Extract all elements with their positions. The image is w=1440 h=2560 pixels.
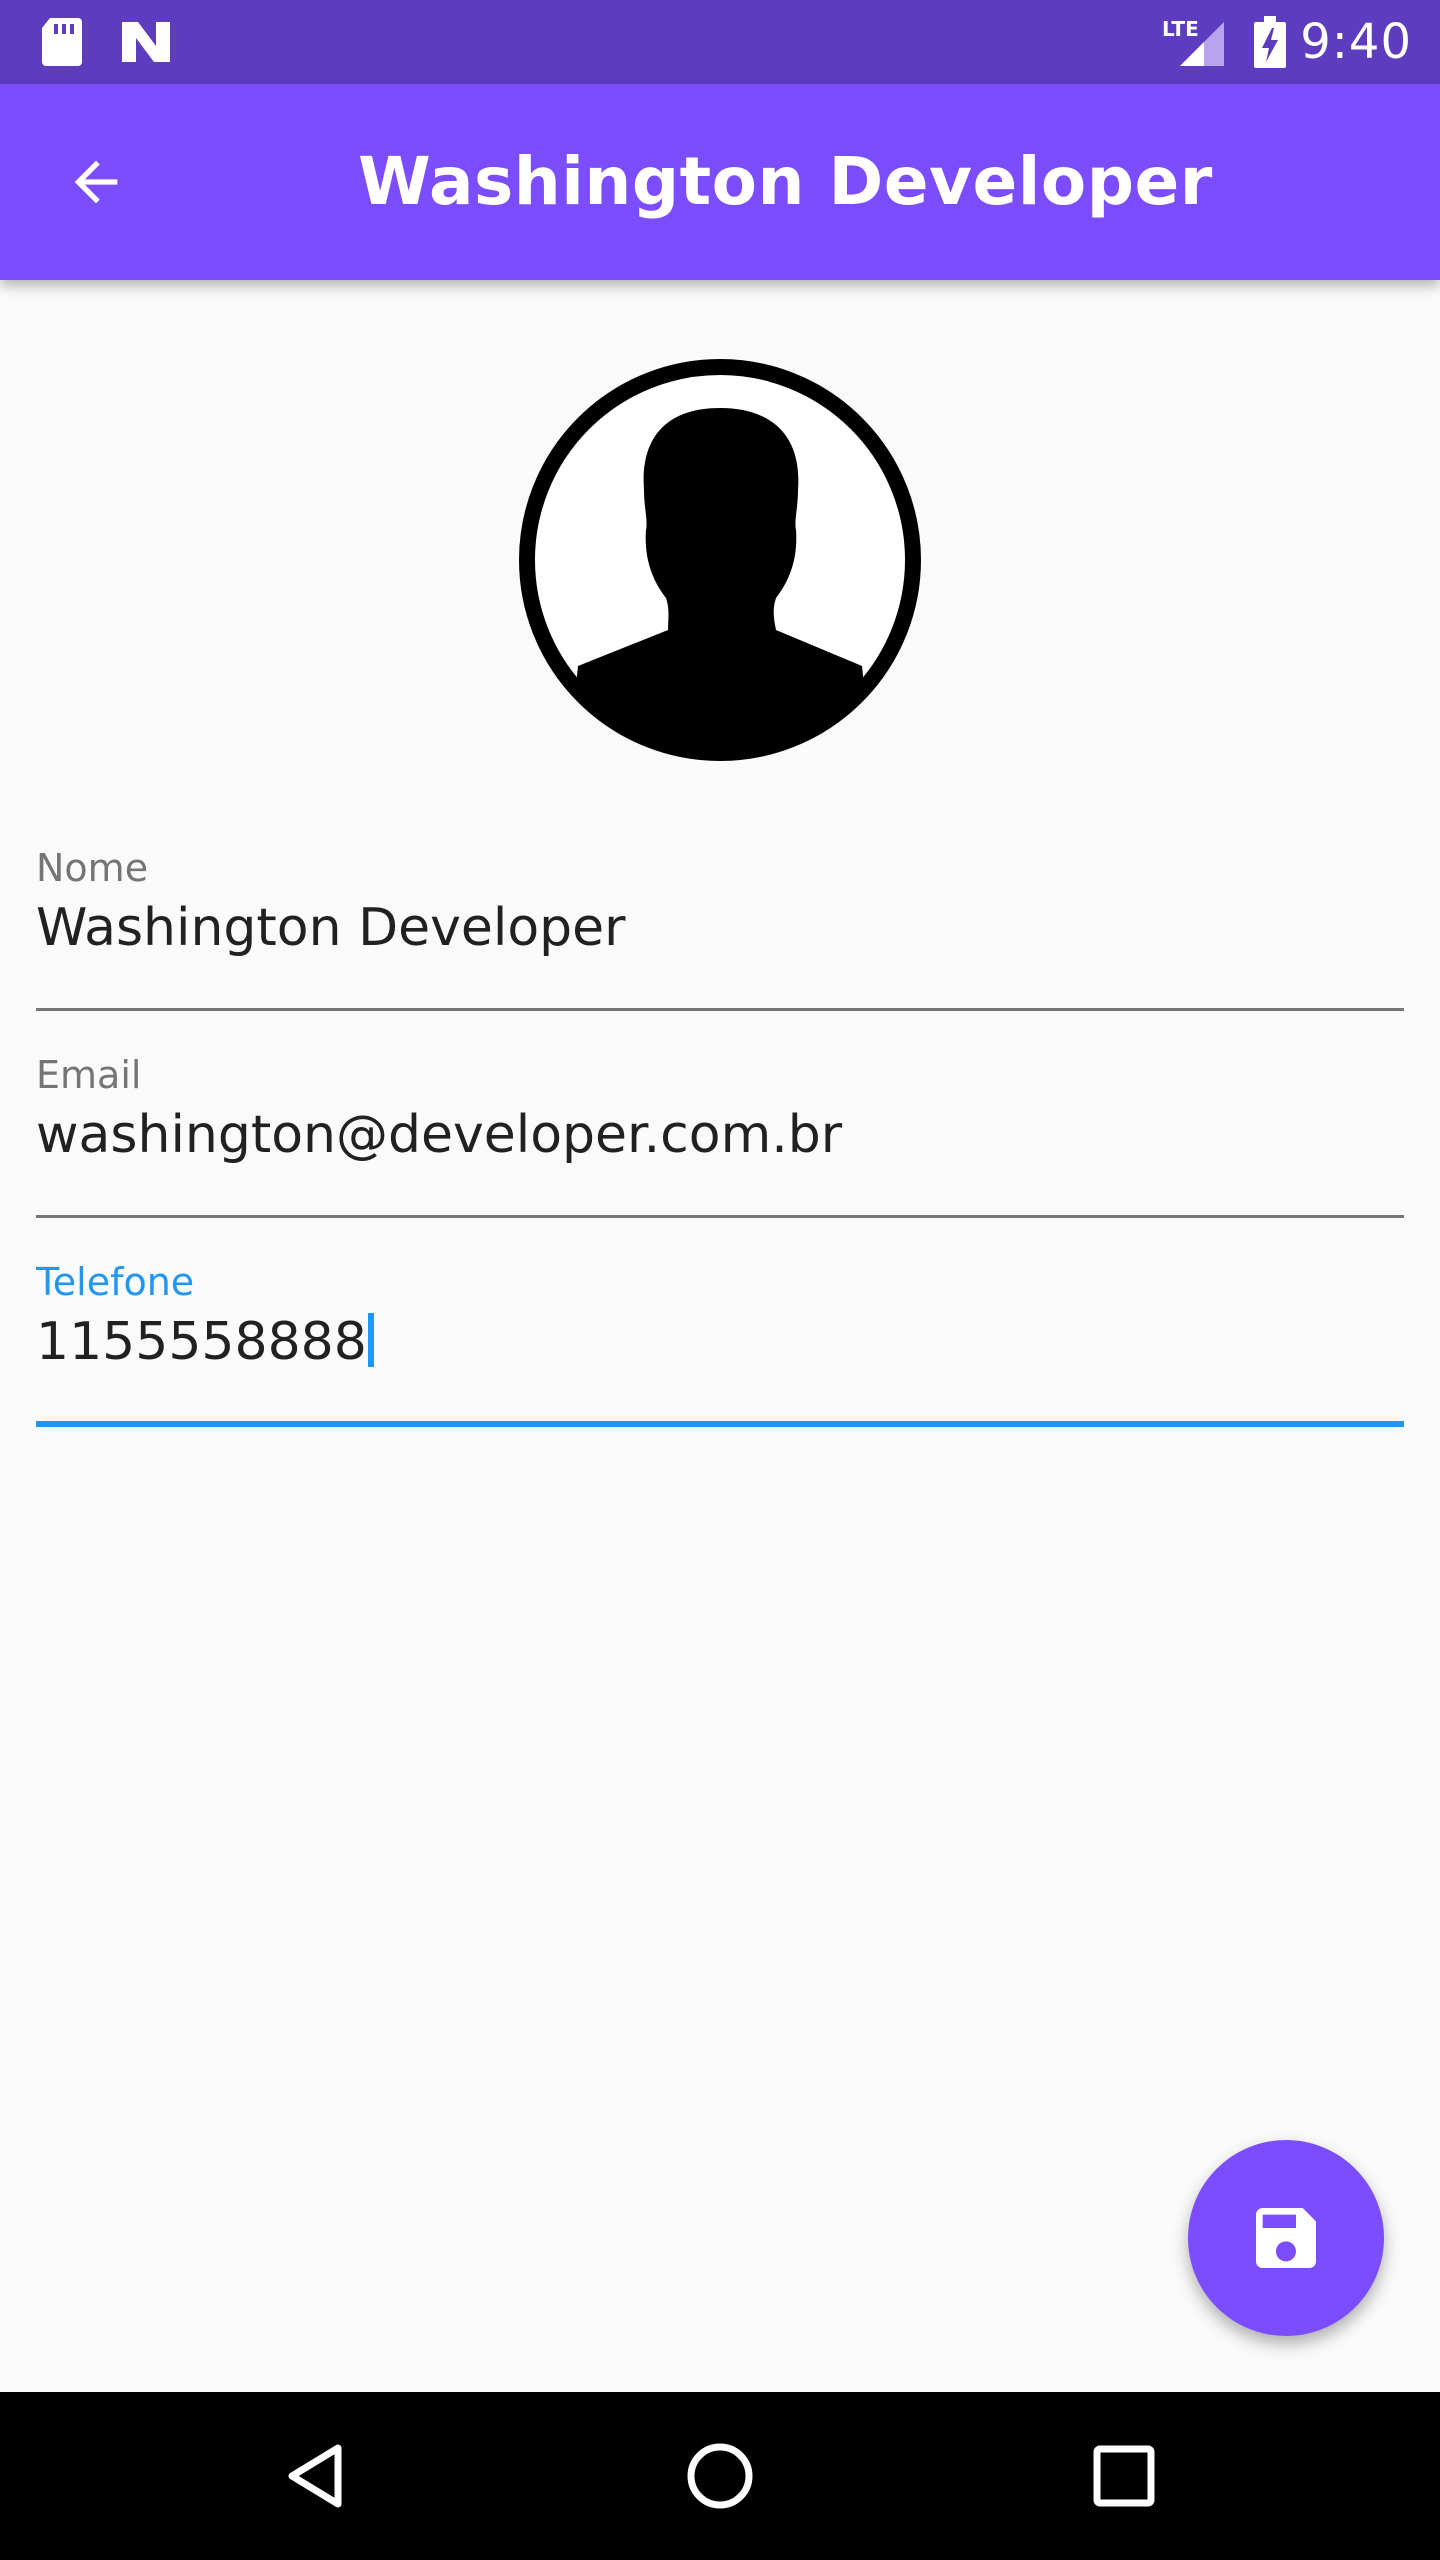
recents-square-icon bbox=[1093, 2445, 1155, 2507]
save-button[interactable] bbox=[1188, 2140, 1384, 2336]
email-label: Email bbox=[36, 1053, 142, 1097]
nav-recents-button[interactable] bbox=[1074, 2426, 1174, 2526]
back-triangle-icon bbox=[288, 2444, 342, 2508]
phone-label: Telefone bbox=[36, 1260, 195, 1304]
battery-charging-icon bbox=[1254, 16, 1286, 68]
name-field[interactable]: Nome Washington Developer bbox=[36, 846, 1404, 1016]
phone-field[interactable]: Telefone 1155558888 bbox=[36, 1260, 1404, 1430]
email-input[interactable]: washington@developer.com.br bbox=[36, 1105, 1404, 1165]
email-underline bbox=[36, 1215, 1404, 1218]
app-bar: Washington Developer bbox=[0, 84, 1440, 280]
name-underline bbox=[36, 1008, 1404, 1011]
nav-home-button[interactable] bbox=[670, 2426, 770, 2526]
email-field[interactable]: Email washington@developer.com.br bbox=[36, 1053, 1404, 1223]
nav-back-button[interactable] bbox=[266, 2426, 366, 2526]
text-caret bbox=[367, 1313, 374, 1367]
svg-text:LTE: LTE bbox=[1162, 17, 1199, 41]
status-time: 9:40 bbox=[1300, 14, 1412, 70]
status-bar: LTE 9:40 bbox=[0, 0, 1440, 84]
phone-input[interactable]: 1155558888 bbox=[36, 1312, 1404, 1372]
phone-value: 1155558888 bbox=[36, 1312, 367, 1372]
lte-signal-icon: LTE bbox=[1162, 17, 1224, 66]
phone-underline bbox=[36, 1421, 1404, 1427]
name-label: Nome bbox=[36, 846, 149, 890]
name-input[interactable]: Washington Developer bbox=[36, 898, 1404, 958]
home-circle-icon bbox=[687, 2443, 753, 2509]
page-title: Washington Developer bbox=[358, 143, 1213, 220]
account-circle-icon[interactable] bbox=[518, 358, 922, 762]
navigation-bar bbox=[0, 2392, 1440, 2560]
arrow-back-icon bbox=[74, 160, 118, 204]
sd-card-icon bbox=[42, 18, 82, 66]
back-button[interactable] bbox=[48, 134, 144, 230]
n-notification-icon bbox=[122, 22, 170, 62]
save-icon bbox=[1256, 2208, 1316, 2268]
